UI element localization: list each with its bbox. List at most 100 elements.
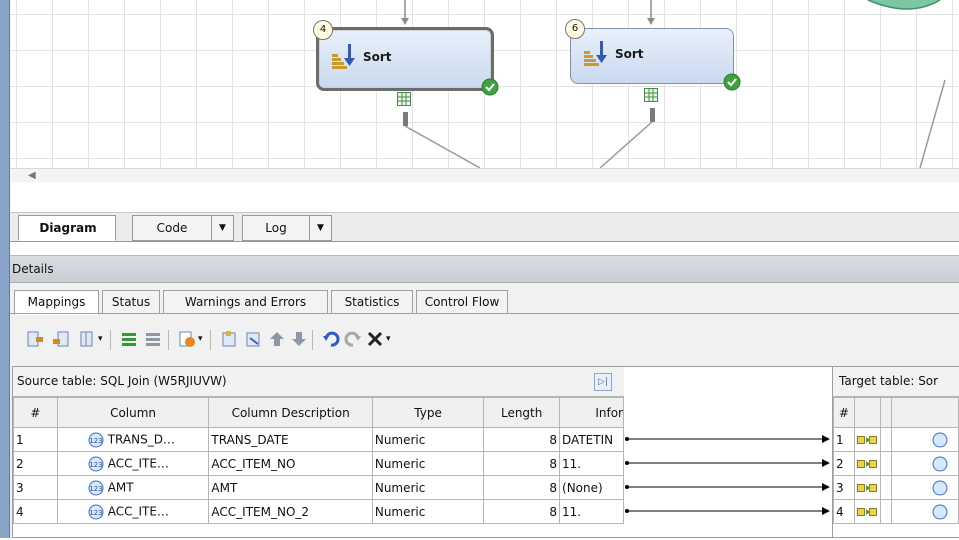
length-cell[interactable]: 8: [483, 451, 561, 476]
output-port-icon[interactable]: [644, 88, 658, 102]
svg-text:123: 123: [89, 509, 102, 517]
unmap-all-icon[interactable]: [144, 330, 162, 348]
view-tabs: Diagram Code ▼ Log ▼: [10, 212, 959, 242]
mapping-arrow-3: [625, 483, 830, 491]
diagram-canvas[interactable]: 4 Sort 6 Sort: [10, 0, 959, 168]
type-cell[interactable]: Numeric: [371, 499, 485, 524]
table-row[interactable]: 4: [833, 499, 959, 524]
column-header[interactable]: Infor: [559, 397, 624, 428]
info-cell[interactable]: (None): [559, 475, 624, 500]
tab-control-flow[interactable]: Control Flow: [416, 290, 508, 314]
delete-icon[interactable]: [366, 330, 384, 348]
column-header[interactable]: [853, 397, 881, 428]
tab-code[interactable]: Code ▼: [132, 215, 234, 241]
column-name-cell[interactable]: 123 ACC_ITE…: [56, 451, 210, 476]
table-row[interactable]: 2 123 ACC_ITE… ACC_ITEM_NO Numeric 8 11.: [13, 451, 624, 476]
description-cell[interactable]: ACC_ITEM_NO: [208, 451, 373, 476]
type-cell[interactable]: Numeric: [371, 427, 485, 452]
redo-icon[interactable]: [344, 330, 362, 348]
chevron-down-icon[interactable]: ▾: [386, 334, 391, 344]
column-name-cell[interactable]: [891, 427, 959, 452]
undo-icon[interactable]: [322, 330, 340, 348]
export-columns-icon[interactable]: [52, 330, 70, 348]
chevron-down-icon[interactable]: ▼: [211, 216, 233, 240]
chevron-down-icon[interactable]: ▾: [98, 334, 103, 344]
column-header[interactable]: #: [833, 397, 855, 428]
row-number: 4: [833, 499, 855, 524]
expression-icon[interactable]: [178, 330, 196, 348]
tab-diagram[interactable]: Diagram: [18, 215, 116, 241]
map-all-icon[interactable]: [120, 330, 138, 348]
type-cell[interactable]: Numeric: [371, 475, 485, 500]
description-cell[interactable]: TRANS_DATE: [208, 427, 373, 452]
column-name-cell[interactable]: 123 ACC_ITE…: [56, 499, 210, 524]
column-name-cell[interactable]: [891, 475, 959, 500]
column-name-cell[interactable]: 123 AMT: [56, 475, 210, 500]
sort-node-6[interactable]: 6 Sort: [565, 19, 741, 91]
table-row[interactable]: 1 123 TRANS_D… TRANS_DATE Numeric 8 DATET…: [13, 427, 624, 452]
tab-warnings-errors[interactable]: Warnings and Errors: [163, 290, 328, 314]
numeric-column-icon: 123: [88, 480, 104, 495]
mapping-area[interactable]: [624, 366, 832, 538]
info-cell[interactable]: 11.: [559, 451, 624, 476]
tab-status[interactable]: Status: [102, 290, 160, 314]
type-cell[interactable]: Numeric: [371, 451, 485, 476]
column-header[interactable]: #: [13, 397, 58, 428]
sort-node-4[interactable]: 4 Sort: [313, 20, 499, 96]
row-number: 1: [13, 427, 58, 452]
columns-menu-icon[interactable]: [78, 330, 96, 348]
chevron-down-icon[interactable]: ▼: [309, 216, 331, 240]
column-name: ACC_ITE…: [107, 504, 169, 518]
column-name-cell[interactable]: 123 TRANS_D…: [56, 427, 210, 452]
expand-icon[interactable]: ▷|: [594, 373, 612, 391]
new-column-icon[interactable]: [220, 330, 238, 348]
column-header[interactable]: [891, 397, 959, 428]
target-table: # 1 2 3 4: [833, 397, 959, 524]
table-row[interactable]: 2: [833, 451, 959, 476]
column-name-cell[interactable]: [891, 451, 959, 476]
column-name-cell[interactable]: [891, 499, 959, 524]
column-header[interactable]: [879, 397, 893, 428]
description-cell[interactable]: AMT: [208, 475, 373, 500]
length-cell[interactable]: 8: [483, 499, 561, 524]
canvas-footer: [10, 182, 959, 212]
tab-label: Code: [156, 221, 188, 235]
column-header[interactable]: Column: [56, 397, 210, 428]
column-name: TRANS_D…: [107, 432, 175, 446]
scroll-left-icon[interactable]: ◀: [28, 169, 36, 183]
mapping-toolbar: ▾ ▾ ▾: [10, 322, 959, 356]
node-number-badge: 4: [313, 20, 333, 40]
mapping-indicator-cell: [853, 499, 881, 524]
length-cell[interactable]: 8: [483, 475, 561, 500]
delete-column-icon[interactable]: [244, 330, 262, 348]
move-down-icon[interactable]: [290, 330, 308, 348]
tab-log[interactable]: Log ▼: [242, 215, 332, 241]
row-number: 3: [833, 475, 855, 500]
output-port-icon[interactable]: [397, 92, 411, 106]
info-cell[interactable]: DATETIN: [559, 427, 624, 452]
column-header[interactable]: Type: [371, 397, 485, 428]
toolbar-separator: [210, 330, 211, 350]
chevron-down-icon[interactable]: ▾: [198, 334, 203, 344]
mapped-indicator-icon: [856, 484, 877, 492]
details-title: Details: [12, 262, 54, 276]
table-row[interactable]: 3: [833, 475, 959, 500]
horizontal-scrollbar[interactable]: ◀: [10, 168, 959, 182]
table-row[interactable]: 1: [833, 427, 959, 452]
length-cell[interactable]: 8: [483, 427, 561, 452]
description-cell[interactable]: ACC_ITEM_NO_2: [208, 499, 373, 524]
info-cell[interactable]: 11.: [559, 499, 624, 524]
table-row[interactable]: 3 123 AMT AMT Numeric 8 (None): [13, 475, 624, 500]
table-row[interactable]: 4 123 ACC_ITE… ACC_ITEM_NO_2 Numeric 8 11…: [13, 499, 624, 524]
move-up-icon[interactable]: [268, 330, 286, 348]
toolbar-separator: [168, 330, 169, 350]
numeric-column-icon: 123: [88, 456, 104, 471]
column-header[interactable]: Column Description: [208, 397, 373, 428]
column-header[interactable]: Length: [483, 397, 561, 428]
import-columns-icon[interactable]: [26, 330, 44, 348]
tab-mappings[interactable]: Mappings: [14, 290, 99, 315]
column-name: ACC_ITE…: [107, 456, 169, 470]
empty-cell: [879, 427, 893, 452]
tab-statistics[interactable]: Statistics: [331, 290, 413, 314]
mapping-indicator-cell: [853, 475, 881, 500]
